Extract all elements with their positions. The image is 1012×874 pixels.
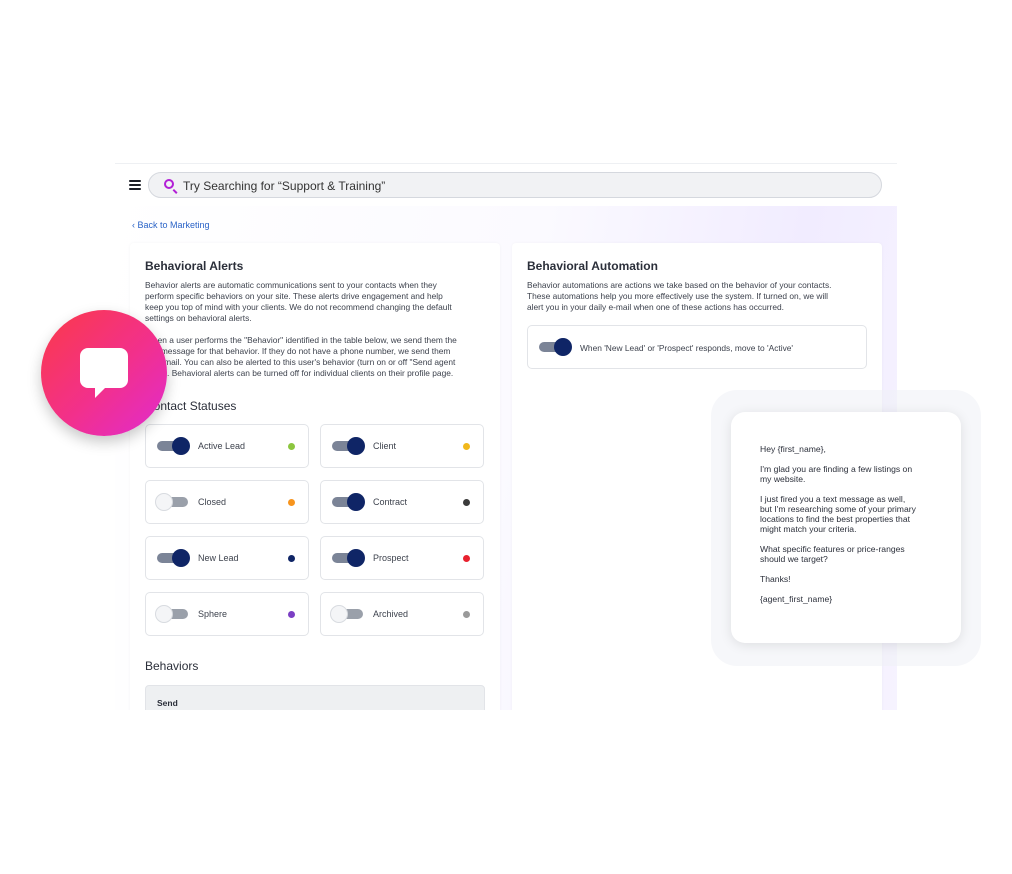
back-link-label: Back to Marketing (137, 220, 210, 230)
contact-status-color-dot (463, 611, 470, 618)
top-bar: Try Searching for “Support & Training” (115, 164, 897, 206)
message-preview-card: Hey {first_name}, I'm glad you are findi… (731, 412, 961, 643)
automation-rule-label: When 'New Lead' or 'Prospect' responds, … (580, 343, 794, 353)
search-input[interactable]: Try Searching for “Support & Training” (148, 172, 882, 198)
contact-status-label: Prospect (373, 553, 409, 563)
contact-status-toggle[interactable] (332, 493, 366, 511)
contact-status-toggle[interactable] (157, 437, 191, 455)
behavioral-automation-title: Behavioral Automation (527, 259, 658, 273)
hamburger-menu-icon[interactable] (129, 180, 141, 190)
contact-status-label: Contract (373, 497, 408, 507)
contact-status-card: Active Lead (145, 424, 309, 468)
contact-status-color-dot (288, 443, 295, 450)
contact-status-card: New Lead (145, 536, 309, 580)
contact-status-label: New Lead (198, 553, 239, 563)
contact-status-card: Closed (145, 480, 309, 524)
message-paragraph-4: Thanks! (760, 574, 791, 584)
behavioral-alerts-description-1: Behavior alerts are automatic communicat… (145, 280, 452, 323)
contact-status-label: Client (373, 441, 397, 451)
contact-status-toggle[interactable] (157, 549, 191, 567)
contact-status-card: Contract (320, 480, 484, 524)
contact-status-color-dot (463, 555, 470, 562)
contact-status-color-dot (463, 499, 470, 506)
automation-rule-toggle[interactable] (539, 338, 573, 356)
message-signature: {agent_first_name} (760, 594, 833, 604)
behaviors-table-header: Send (145, 685, 485, 710)
contact-status-toggle[interactable] (155, 493, 191, 511)
contact-status-color-dot (288, 611, 295, 618)
contact-status-label: Archived (373, 609, 409, 619)
message-paragraph-2: I just fired you a text message as well,… (760, 494, 916, 534)
chat-bubble-badge[interactable] (41, 310, 167, 436)
search-icon (164, 179, 174, 189)
behavioral-automation-description: Behavior automations are actions we take… (527, 280, 832, 312)
automation-rule-row: When 'New Lead' or 'Prospect' responds, … (527, 325, 867, 369)
contact-status-label: Closed (198, 497, 227, 507)
message-greeting: Hey {first_name}, (760, 444, 826, 454)
contact-status-card: Sphere (145, 592, 309, 636)
behavioral-alerts-title: Behavioral Alerts (145, 259, 244, 273)
behaviors-title: Behaviors (145, 659, 199, 673)
contact-status-color-dot (463, 443, 470, 450)
message-paragraph-1: I'm glad you are finding a few listings … (760, 464, 913, 484)
back-to-marketing-link[interactable]: ‹ Back to Marketing (132, 220, 210, 230)
chat-bubble-icon (80, 348, 128, 398)
chevron-left-icon: ‹ (132, 220, 135, 230)
contact-status-toggle[interactable] (332, 437, 366, 455)
contact-status-color-dot (288, 499, 295, 506)
behavioral-alerts-description-2: When a user performs the "Behavior" iden… (145, 335, 457, 378)
contact-status-toggle[interactable] (332, 549, 366, 567)
contact-status-card: Archived (320, 592, 484, 636)
message-paragraph-3: What specific features or price-ranges s… (760, 544, 905, 564)
contact-status-label: Sphere (198, 609, 228, 619)
contact-status-card: Prospect (320, 536, 484, 580)
contact-status-color-dot (288, 555, 295, 562)
search-placeholder: Try Searching for “Support & Training” (183, 179, 386, 193)
contact-status-label: Active Lead (198, 441, 246, 451)
contact-status-toggle[interactable] (330, 605, 366, 623)
behavioral-alerts-panel: Behavioral Alerts Behavior alerts are au… (130, 243, 500, 710)
contact-status-toggle[interactable] (155, 605, 191, 623)
contact-status-card: Client (320, 424, 484, 468)
send-column-header: Send (157, 698, 178, 708)
